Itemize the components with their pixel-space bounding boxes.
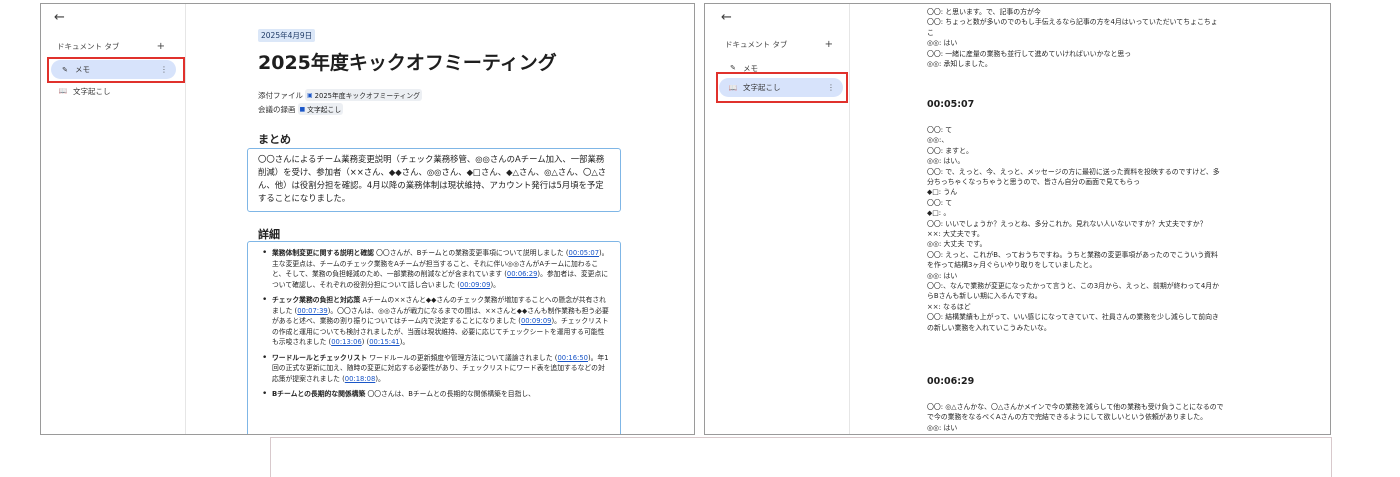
memo-icon: ✎: [730, 64, 736, 72]
transcript-line: で今の業務をなるべくAさんの方で完結できるようにして欲しいという依頼がありました…: [927, 413, 1207, 422]
detail-item: Bチームとの長期的な関係構築 〇〇さんは、Bチームとの長期的な関係構築を目指し、: [262, 389, 610, 400]
detail-text: )。: [375, 374, 385, 383]
summary-box[interactable]: 〇〇さんによるチーム業務変更説明（チェック業務移管、◎◎さんのAチーム加入、一部…: [247, 148, 621, 212]
transcript-line: 〇〇: 一緒に産量の業務も並行して進めていければいいかなと思っ: [927, 49, 1132, 58]
document-tabs-sidebar: ← ドキュメント タブ + ✎ メモ ⋮ 📖 文字起こし: [41, 4, 186, 434]
timestamp-link[interactable]: 00:15:41: [369, 338, 400, 346]
transcript-line: 〇〇: ◎△さんかな、〇△さんかメインで今の業務を減らして他の業務も受け負うこと…: [927, 403, 1224, 411]
transcript-line: ◎◎: はい: [927, 423, 958, 432]
transcript-line: ◎◎: はい。: [927, 157, 965, 166]
document-tabs-title: ドキュメント タブ: [725, 40, 788, 49]
timestamp-heading: 00:06:29: [927, 376, 975, 387]
detail-text: ワードルールの更新頻度や管理方法について議論されました (: [367, 353, 558, 362]
detail-text: 〇〇さんが、Bチームとの業務変更事項について説明しました (: [373, 249, 569, 257]
book-icon: 📖: [58, 87, 68, 95]
timestamp-link[interactable]: 00:05:07: [569, 249, 600, 257]
timestamp-link[interactable]: 00:09:09: [521, 317, 552, 325]
transcript-line: 分ちっちゃくなっちゃうと思うので、皆さん自分の画面で見てもらっ: [927, 178, 1140, 186]
detail-item-title: Bチームとの長期的な関係構築: [272, 390, 366, 398]
transcript-line: ◎◎:、: [927, 136, 949, 145]
transcript-line: こ: [927, 28, 934, 37]
transcript-line: ◎◎: はい: [927, 271, 958, 280]
transcript-line: 〇〇: いいでしょうか？えっとね、多分これか。見れない人いないですか？大丈夫です…: [927, 219, 1207, 228]
transcript-line: 〇〇: ちょっと数が多いのでのもし手伝えるなら記事の方を4月はいっていただいてち…: [927, 18, 1218, 27]
date-chip[interactable]: 2025年4月9日: [258, 29, 316, 42]
tab-transcript-label: 文字起こし: [73, 86, 111, 96]
highlight-box: [47, 57, 185, 83]
timestamp-link[interactable]: 00:18:08: [345, 375, 376, 383]
recording-chip[interactable]: ■ 文字起こし: [297, 103, 344, 115]
detail-text: )。: [490, 280, 500, 289]
attachment-chip[interactable]: ▣ 2025年度キックオフミーティング: [305, 89, 422, 101]
bottom-panel-edge: [270, 437, 1332, 477]
add-tab-icon[interactable]: +: [825, 39, 833, 50]
calendar-icon: ▣: [307, 91, 313, 99]
timestamp-link[interactable]: 00:07:39: [297, 307, 328, 315]
document-tabs-header: ドキュメント タブ +: [725, 39, 833, 50]
transcript-line: 〇〇: ますと。: [927, 146, 973, 155]
transcript-line: ◎◎: 大丈夫 です。: [927, 240, 987, 249]
doc-icon: ■: [299, 105, 306, 113]
add-tab-icon[interactable]: +: [157, 41, 165, 52]
transcript-line: らBさんも新しい期に入るんですね。: [927, 292, 1042, 301]
transcript-line: ◆□: 。: [927, 209, 951, 218]
tab-transcript[interactable]: 📖 文字起こし: [57, 84, 167, 98]
document-tabs-header: ドキュメント タブ +: [57, 41, 165, 52]
transcript-line: 〇〇: で、えっと、今、えっと、メッセージの方に最初に送った資料を投映するのです…: [927, 167, 1220, 176]
timestamp-heading: 00:05:07: [927, 99, 975, 110]
timestamp-link[interactable]: 00:16:50: [557, 354, 588, 362]
document-tabs-sidebar: ← ドキュメント タブ + ✎ メモ 📖 文字起こし ⋮: [705, 4, 850, 434]
transcript-document-window: ← ドキュメント タブ + ✎ メモ 📖 文字起こし ⋮ 〇〇: と思います。で…: [704, 3, 1331, 435]
detail-item: チェック業務の負担と対応策 Aチームの××さんと◆◆さんのチェック業務が増加する…: [262, 295, 610, 348]
transcript-line: 〇〇: 結構業績も上がって、いい感じになってきていて、社員さんの業務を少し減らし…: [927, 313, 1219, 322]
attachment-row: 添付ファイル ▣ 2025年度キックオフミーティング: [258, 89, 422, 101]
transcript-line: ××: なるほど: [927, 302, 971, 311]
back-arrow-icon[interactable]: ←: [54, 11, 65, 25]
sidebar-divider: [185, 4, 186, 434]
page-title: 2025年度キックオフミーティング: [258, 52, 557, 74]
details-heading: 詳細: [258, 228, 280, 241]
document-tabs-title: ドキュメント タブ: [57, 42, 120, 51]
details-box[interactable]: 業務体制変更に関する説明と確認 〇〇さんが、Bチームとの業務変更事項について説明…: [247, 241, 621, 434]
transcript-line: 〇〇: て: [927, 126, 953, 134]
transcript-line: 〇〇: て: [927, 198, 953, 207]
memo-document-window: ← ドキュメント タブ + ✎ メモ ⋮ 📖 文字起こし 2025年4月9日 2…: [40, 3, 695, 435]
recording-row: 会議の録画 ■ 文字起こし: [258, 103, 344, 115]
summary-heading: まとめ: [258, 133, 291, 146]
detail-text: )。: [399, 338, 410, 346]
transcript-line: ××: 大丈夫です。: [927, 230, 984, 238]
highlight-box: [716, 72, 848, 103]
detail-item: 業務体制変更に関する説明と確認 〇〇さんが、Bチームとの業務変更事項について説明…: [262, 248, 610, 290]
detail-item: ワードルールとチェックリスト ワードルールの更新頻度や管理方法について議論されま…: [262, 353, 610, 385]
transcript-line: ◆□: うん: [927, 188, 958, 197]
detail-item-title: 業務体制変更に関する説明と確認: [272, 249, 374, 257]
detail-item-title: ワードルールとチェックリスト: [272, 353, 368, 362]
recording-label: 会議の録画: [258, 104, 296, 114]
transcript-line: ◎◎: はい: [927, 39, 958, 48]
details-list: 業務体制変更に関する説明と確認 〇〇さんが、Bチームとの業務変更事項について説明…: [262, 248, 610, 400]
timestamp-link[interactable]: 00:06:29: [507, 270, 538, 278]
transcript-line: 〇〇:、なんで業務が変更になったかって言うと、この3月から、えっと、前期が終わっ…: [927, 282, 1220, 290]
transcript-line: 〇〇: えっと、これがB、っておうちですね。うちと業務の変更事項があったのでこう…: [927, 250, 1218, 259]
timestamp-link[interactable]: 00:09:09: [460, 281, 491, 289]
detail-text: 〇〇さんは、Bチームとの長期的な関係構築を目指し、: [365, 390, 535, 398]
recording-chip-label: 文字起こし: [307, 106, 342, 114]
back-arrow-icon[interactable]: ←: [721, 11, 732, 25]
transcript-line: 〇〇: と思います。で、記事の方が今: [927, 8, 1041, 16]
transcript-line: ◎◎: 承知しました。: [927, 60, 992, 68]
transcript-line: を作って結構3ヶ月ぐらいやり取りをしていましたと。: [927, 261, 1097, 270]
timestamp-link[interactable]: 00:13:06: [331, 338, 362, 346]
attachment-label: 添付ファイル: [258, 90, 303, 100]
attachment-chip-label: 2025年度キックオフミーティング: [314, 92, 420, 100]
detail-item-title: チェック業務の負担と対応策: [272, 296, 361, 304]
transcript-line: の新しい業務を入れていこうみたいな。: [927, 323, 1051, 332]
sidebar-divider: [849, 4, 850, 434]
